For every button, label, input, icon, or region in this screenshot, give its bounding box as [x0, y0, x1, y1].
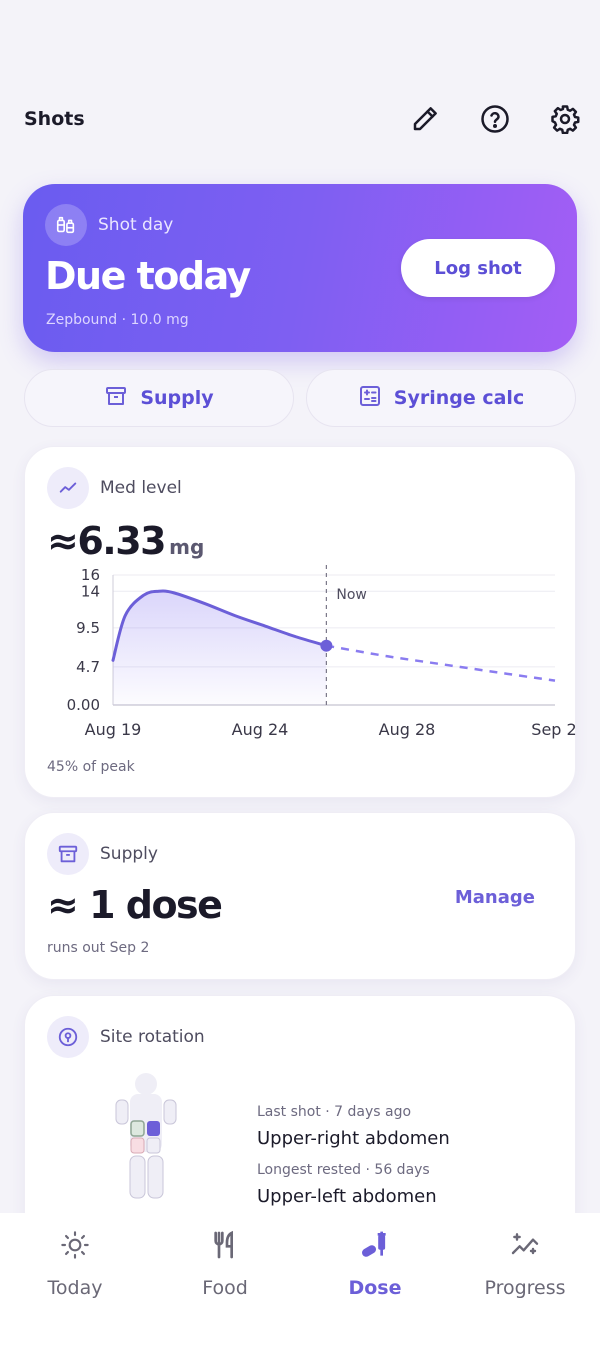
supply-card[interactable]: Supply ≈ 1 dose runs out Sep 2 Manage — [24, 812, 576, 980]
left-arm-site — [115, 1099, 129, 1125]
current-level-point — [320, 639, 333, 652]
shot-day-card: Shot day Due today Zepbound · 10.0 mg Lo… — [23, 184, 577, 352]
supply-pill-label: Supply — [140, 387, 214, 409]
upper-left-abdomen-site — [130, 1120, 145, 1137]
x-tick-label: Aug 19 — [85, 720, 142, 739]
edit-icon[interactable] — [408, 102, 442, 136]
nav-food-label: Food — [202, 1277, 248, 1299]
med-level-chart: 16149.54.70.00 Aug 19 Aug 24 Aug 28 Sep 2 N… — [67, 565, 577, 739]
lower-left-abdomen-site — [130, 1137, 145, 1154]
manage-supply-link[interactable]: Manage — [455, 887, 535, 908]
location-pin-icon — [47, 1016, 89, 1058]
due-status: Due today — [45, 254, 251, 298]
last-shot-label: Last shot · 7 days ago — [257, 1104, 412, 1120]
syringe-calc-pill-label: Syringe calc — [393, 387, 525, 409]
med-level-projection-line — [326, 644, 556, 682]
shot-day-label: Shot day — [98, 215, 174, 235]
x-tick-label: Aug 28 — [379, 720, 436, 739]
supply-label: Supply — [100, 844, 158, 864]
supply-pill-button[interactable]: Supply — [24, 369, 294, 427]
y-tick-label: 0.00 — [67, 696, 100, 714]
syringe-vial-icon — [45, 204, 87, 246]
bottom-navigation: Today Food Dose Progress — [0, 1213, 600, 1347]
nav-progress[interactable]: Progress — [450, 1213, 600, 1313]
longest-rested-site: Upper-left abdomen — [257, 1186, 437, 1207]
left-thigh-site — [129, 1155, 146, 1199]
page-title: Shots — [24, 108, 85, 130]
nav-today[interactable]: Today — [0, 1213, 150, 1313]
help-icon[interactable] — [478, 102, 512, 136]
top-header: Shots — [0, 100, 600, 140]
body-head — [135, 1073, 157, 1095]
lower-right-abdomen-site — [146, 1137, 161, 1154]
nav-progress-label: Progress — [484, 1277, 566, 1299]
upper-right-abdomen-site — [147, 1121, 160, 1136]
settings-gear-icon[interactable] — [548, 102, 582, 136]
supply-runout: runs out Sep 2 — [47, 940, 150, 956]
syringe-calc-pill-button[interactable]: Syringe calc — [306, 369, 576, 427]
y-tick-label: 9.5 — [76, 619, 100, 637]
log-shot-button[interactable]: Log shot — [401, 239, 555, 297]
med-level-label: Med level — [100, 478, 182, 498]
x-tick-label: Aug 24 — [232, 720, 289, 739]
nav-today-label: Today — [47, 1277, 103, 1299]
sun-icon — [59, 1229, 91, 1261]
x-tick-label: Sep 2 — [531, 720, 576, 739]
calculator-icon — [358, 384, 382, 413]
syringe-pill-icon — [359, 1229, 391, 1261]
med-level-card[interactable]: Med level ≈6.33 mg 16 14 9.5 4.7 0.00 Aug 19 A… — [24, 446, 577, 798]
body-map-figure[interactable] — [101, 1069, 191, 1219]
sparkle-trend-icon — [509, 1229, 541, 1261]
nav-dose-label: Dose — [348, 1277, 402, 1299]
right-thigh-site — [147, 1155, 164, 1199]
last-shot-site: Upper-right abdomen — [257, 1128, 450, 1149]
archive-box-icon — [47, 833, 89, 875]
archive-box-icon — [104, 384, 128, 413]
now-label: Now — [336, 587, 367, 603]
y-tick-label: 4.7 — [76, 658, 100, 676]
trend-line-icon — [47, 467, 89, 509]
y-tick-label: 14 — [81, 582, 100, 600]
right-arm-site — [163, 1099, 177, 1125]
medication-dose: Zepbound · 10.0 mg — [46, 312, 189, 328]
fork-knife-icon — [209, 1229, 241, 1261]
peak-percentage: 45% of peak — [47, 759, 135, 775]
site-rotation-label: Site rotation — [100, 1027, 205, 1047]
supply-value: ≈ 1 dose — [47, 883, 223, 927]
nav-food[interactable]: Food — [150, 1213, 300, 1313]
med-level-value: ≈6.33 mg — [47, 519, 205, 563]
nav-dose[interactable]: Dose — [300, 1213, 450, 1313]
longest-rested-label: Longest rested · 56 days — [257, 1162, 430, 1178]
